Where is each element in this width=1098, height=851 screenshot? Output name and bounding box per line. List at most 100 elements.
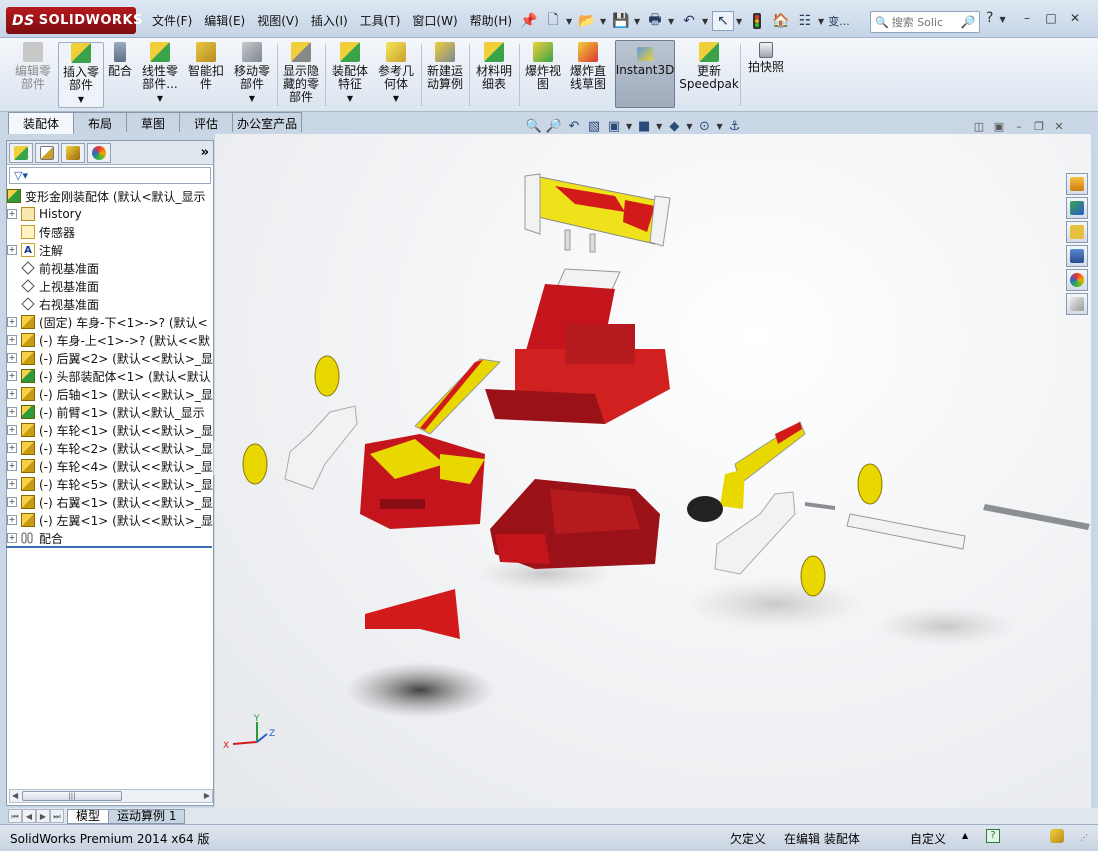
expand-icon[interactable]: +	[7, 335, 17, 345]
tree-item[interactable]: + (-) 车身-上<1>->? (默认<<默	[7, 331, 213, 349]
assembly-features-button[interactable]: 装配体 特征 ▼	[328, 42, 372, 108]
tree-item[interactable]: + (-) 车轮<2> (默认<<默认>_显	[7, 439, 213, 457]
display-style-icon[interactable]: ■	[636, 118, 652, 134]
last-tab-icon[interactable]: ⏭	[50, 809, 64, 823]
rebuild-traffic-light-icon[interactable]	[746, 11, 768, 31]
left-white-arm-part[interactable]	[284, 405, 358, 490]
expand-icon[interactable]: +	[7, 371, 17, 381]
tree-item[interactable]: 传感器	[7, 223, 213, 241]
section-view-icon[interactable]: ▧	[586, 118, 602, 134]
appearances-tab[interactable]	[1066, 269, 1088, 291]
menu-window[interactable]: 窗口(W)	[406, 10, 463, 34]
linear-pattern-dropdown-icon[interactable]: ▼	[157, 92, 163, 105]
viewport-split-icon[interactable]: ◫	[972, 120, 986, 133]
prev-tab-icon[interactable]: ◀	[22, 809, 36, 823]
new-dropdown-icon[interactable]: ▼	[566, 17, 574, 26]
feature-tree-tab[interactable]	[9, 142, 33, 163]
property-manager-tab[interactable]	[35, 142, 59, 163]
tab-evaluate[interactable]: 评估	[179, 112, 234, 132]
display-style-dropdown-icon[interactable]: ▼	[656, 122, 662, 131]
open-folder-icon[interactable]: 📂	[576, 11, 598, 31]
bushing-part[interactable]	[687, 496, 723, 522]
tree-horizontal-scrollbar[interactable]: ◀ ||| ▶	[9, 789, 213, 803]
pin-part[interactable]	[805, 502, 835, 510]
menu-tools[interactable]: 工具(T)	[354, 10, 407, 34]
search-input[interactable]	[891, 15, 958, 29]
scroll-left-icon[interactable]: ◀	[12, 791, 18, 800]
expand-icon[interactable]: +	[7, 245, 17, 255]
menu-insert[interactable]: 插入(I)	[305, 10, 354, 34]
tree-item[interactable]: + (-) 车轮<4> (默认<<默认>_显	[7, 457, 213, 475]
smart-fasteners-button[interactable]: 智能扣 件	[186, 42, 226, 108]
help-dropdown-icon[interactable]: ▼	[999, 15, 1005, 24]
tree-item[interactable]: 前视基准面	[7, 259, 213, 277]
tree-item[interactable]: + History	[7, 205, 213, 223]
tree-rollback-bar[interactable]	[6, 546, 212, 548]
solidworks-resources-tab[interactable]	[1066, 173, 1088, 195]
next-tab-icon[interactable]: ▶	[36, 809, 50, 823]
bill-of-materials-button[interactable]: 材料明 细表	[472, 42, 516, 108]
exploded-assembly-view[interactable]	[215, 134, 1091, 808]
menu-file[interactable]: 文件(F)	[146, 10, 198, 34]
appearance-dropdown-icon[interactable]: ▼	[716, 122, 722, 131]
front-body-part[interactable]	[360, 434, 485, 529]
viewport-restore-icon[interactable]: ❐	[1032, 120, 1046, 133]
file-properties-icon[interactable]: 🏠	[770, 11, 792, 31]
expand-icon[interactable]: +	[7, 497, 17, 507]
menu-edit[interactable]: 编辑(E)	[198, 10, 251, 34]
solidworks-logo[interactable]: DS SOLIDWORKS	[6, 7, 142, 34]
edit-appearance-icon[interactable]: ⊙	[696, 118, 712, 134]
linear-pattern-button[interactable]: 线性零 部件... ▼	[138, 42, 182, 108]
new-motion-study-button[interactable]: 新建运 动算例	[424, 42, 466, 108]
show-hidden-components-button[interactable]: 显示隐 藏的零 部件	[280, 42, 322, 108]
reference-geometry-dropdown-icon[interactable]: ▼	[393, 92, 399, 105]
tree-item[interactable]: + 配合	[7, 529, 213, 547]
expand-icon[interactable]: +	[7, 209, 17, 219]
expand-icon[interactable]: +	[7, 515, 17, 525]
save-icon[interactable]: 💾	[610, 11, 632, 31]
close-icon[interactable]: ✕	[1066, 10, 1084, 26]
undo-icon[interactable]: ↶	[678, 11, 700, 31]
rear-wing-part[interactable]	[524, 173, 671, 253]
mate-button[interactable]: 配合	[106, 42, 134, 108]
tree-item[interactable]: + (-) 前臂<1> (默认<默认_显示	[7, 403, 213, 421]
expand-icon[interactable]: +	[7, 443, 17, 453]
expand-icon[interactable]: +	[7, 407, 17, 417]
tree-item[interactable]: + (固定) 车身-下<1>->? (默认<	[7, 313, 213, 331]
size-grip-icon[interactable]: ⋰	[1080, 833, 1088, 842]
tree-item[interactable]: + A 注解	[7, 241, 213, 259]
expand-icon[interactable]: +	[7, 389, 17, 399]
view-orientation-dropdown-icon[interactable]: ▼	[626, 122, 632, 131]
print-icon[interactable]: 🖶	[644, 11, 666, 31]
expand-icon[interactable]: +	[7, 353, 17, 363]
update-speedpak-button[interactable]: 更新 Speedpak	[679, 42, 739, 108]
hide-show-dropdown-icon[interactable]: ▼	[686, 122, 692, 131]
tree-item[interactable]: + (-) 车轮<5> (默认<<默认>_显	[7, 475, 213, 493]
wheel-part[interactable]	[800, 555, 826, 597]
explode-line-sketch-button[interactable]: 爆炸直 线草图	[566, 42, 610, 108]
graphics-area[interactable]: X Y Z	[215, 134, 1091, 808]
reference-geometry-button[interactable]: 参考几 何体 ▼	[374, 42, 418, 108]
expand-icon[interactable]: +	[7, 461, 17, 471]
tree-filter[interactable]: ▽▾	[9, 167, 211, 184]
scrollbar-thumb[interactable]: |||	[22, 791, 122, 801]
move-component-dropdown-icon[interactable]: ▼	[249, 92, 255, 105]
units-custom[interactable]: 自定义	[910, 830, 946, 847]
expand-icon[interactable]: +	[7, 479, 17, 489]
viewport-minimize-icon[interactable]: –	[1012, 120, 1026, 133]
tree-item[interactable]: + (-) 后轴<1> (默认<<默认>_显	[7, 385, 213, 403]
lower-chassis-part[interactable]	[490, 479, 660, 569]
insert-component-dropdown-icon[interactable]: ▼	[78, 93, 84, 106]
previous-view-icon[interactable]: ↶	[566, 118, 582, 134]
take-snapshot-button[interactable]: 拍快照	[744, 42, 788, 108]
wheel-part[interactable]	[242, 443, 268, 485]
display-manager-tab[interactable]	[87, 142, 111, 163]
undo-dropdown-icon[interactable]: ▼	[702, 17, 710, 26]
tree-item[interactable]: + (-) 头部装配体<1> (默认<默认	[7, 367, 213, 385]
tab-motion-study-1[interactable]: 运动算例 1	[108, 808, 186, 824]
tree-item[interactable]: 上视基准面	[7, 277, 213, 295]
panel-expand-icon[interactable]: »	[201, 145, 209, 160]
expand-icon[interactable]: +	[7, 533, 17, 543]
tree-item[interactable]: + (-) 后翼<2> (默认<<默认>_显	[7, 349, 213, 367]
select-cursor-icon[interactable]: ↖	[712, 11, 734, 31]
